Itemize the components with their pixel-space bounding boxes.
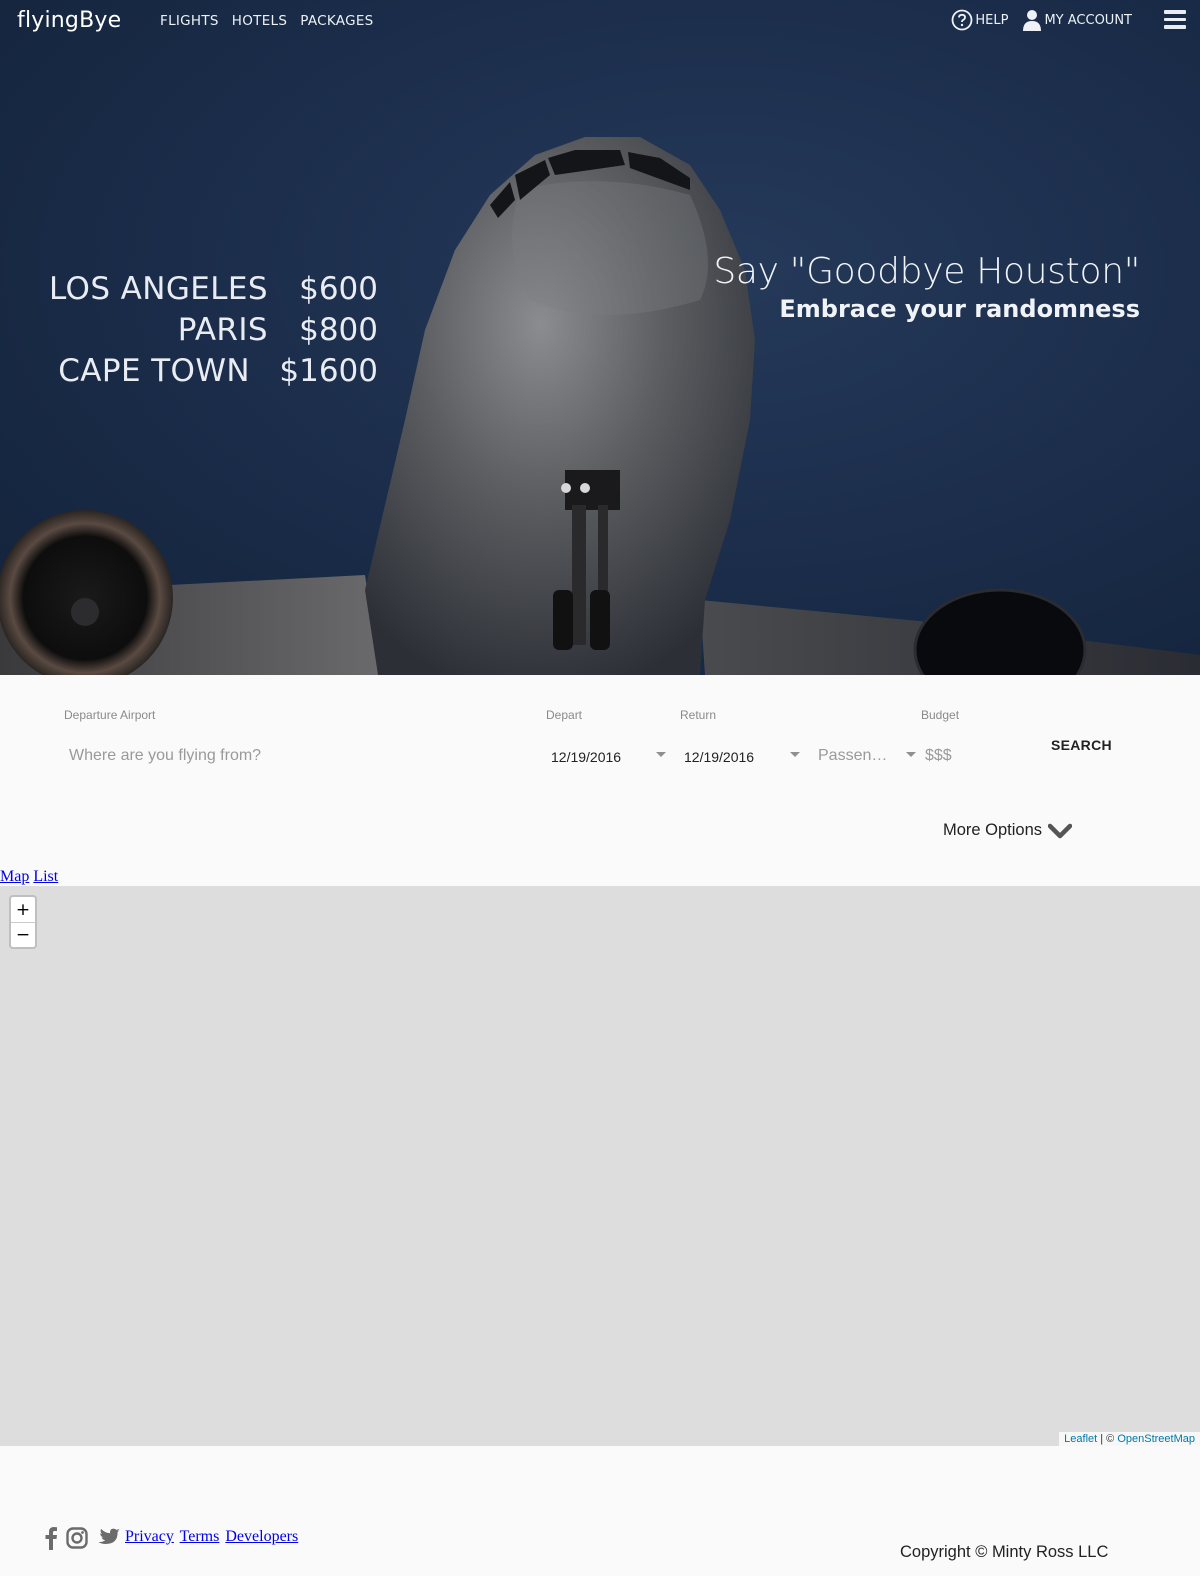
deal-row[interactable]: LOS ANGELES $600	[36, 268, 378, 309]
deal-price: $600	[299, 270, 378, 307]
departure-airport-label: Departure Airport	[64, 708, 156, 722]
facebook-icon[interactable]	[44, 1526, 58, 1550]
more-options-label: More Options	[943, 821, 1043, 839]
user-icon	[1023, 10, 1042, 31]
more-options-toggle[interactable]: More Options	[943, 821, 1073, 840]
hero-banner: flyingBye FLIGHTS HOTELS PACKAGES HELP M…	[0, 0, 1200, 675]
chevron-down-icon[interactable]	[656, 752, 666, 757]
map-attribution: Leaflet | © OpenStreetMap	[1059, 1432, 1200, 1446]
departure-airport-input[interactable]: Where are you flying from?	[69, 747, 261, 765]
deal-city: CAPE TOWN	[58, 352, 250, 389]
nav-hotels[interactable]: HOTELS	[232, 13, 287, 29]
page-footer: Privacy Terms Developers Copyright © Min…	[0, 1446, 1200, 1576]
copyright-text: Copyright © Minty Ross LLC	[900, 1543, 1109, 1561]
openstreetmap-link[interactable]: OpenStreetMap	[1117, 1433, 1195, 1445]
hamburger-icon[interactable]	[1164, 10, 1186, 30]
my-account-label: MY ACCOUNT	[1044, 12, 1132, 28]
social-links	[44, 1526, 120, 1550]
privacy-link[interactable]: Privacy	[125, 1528, 174, 1545]
budget-input[interactable]: $$$	[925, 747, 952, 765]
nav-flights[interactable]: FLIGHTS	[160, 13, 219, 29]
tagline-title: Say "Goodbye Houston"	[713, 251, 1140, 292]
return-date-input[interactable]: 12/19/2016	[684, 749, 754, 765]
passengers-select[interactable]: Passen…	[818, 747, 887, 765]
hero-tagline: Say "Goodbye Houston" Embrace your rando…	[713, 251, 1140, 323]
leaflet-link[interactable]: Leaflet	[1064, 1433, 1097, 1445]
terms-link[interactable]: Terms	[180, 1528, 220, 1545]
zoom-in-button[interactable]: +	[11, 897, 35, 922]
tab-list[interactable]: List	[33, 868, 58, 885]
site-logo[interactable]: flyingBye	[17, 8, 121, 33]
top-navigation: flyingBye FLIGHTS HOTELS PACKAGES HELP M…	[0, 0, 1200, 42]
deal-row[interactable]: CAPE TOWN $1600	[36, 350, 378, 391]
help-link[interactable]: HELP	[951, 9, 1008, 31]
results-map[interactable]: + − Leaflet | © OpenStreetMap	[0, 886, 1200, 1446]
developers-link[interactable]: Developers	[225, 1528, 298, 1545]
depart-label: Depart	[546, 708, 583, 722]
depart-date-input[interactable]: 12/19/2016	[551, 749, 621, 765]
chevron-down-icon[interactable]	[906, 752, 916, 757]
footer-links: Privacy Terms Developers	[125, 1528, 300, 1546]
main-nav: FLIGHTS HOTELS PACKAGES	[160, 13, 374, 29]
help-label: HELP	[975, 12, 1009, 28]
budget-label: Budget	[921, 708, 960, 722]
tagline-subtitle: Embrace your randomness	[779, 295, 1140, 323]
instagram-icon[interactable]	[66, 1527, 88, 1549]
deal-city: LOS ANGELES	[48, 270, 268, 307]
chevron-down-icon	[1048, 823, 1073, 838]
flight-search-form: Departure Airport Where are you flying f…	[0, 675, 1200, 885]
search-button[interactable]: SEARCH	[1051, 737, 1112, 753]
view-tabs: Map List	[0, 868, 58, 886]
deal-price: $1600	[279, 352, 378, 389]
deal-city: PARIS	[177, 311, 268, 348]
tab-map[interactable]: Map	[0, 868, 29, 885]
zoom-control: + −	[9, 895, 37, 949]
account-nav: HELP MY ACCOUNT	[951, 9, 1132, 31]
return-label: Return	[680, 708, 717, 722]
attribution-separator: | ©	[1097, 1433, 1118, 1445]
nav-packages[interactable]: PACKAGES	[300, 13, 373, 29]
deal-price: $800	[299, 311, 378, 348]
chevron-down-icon[interactable]	[790, 752, 800, 757]
zoom-out-button[interactable]: −	[11, 922, 35, 947]
deal-row[interactable]: PARIS $800	[36, 309, 378, 350]
my-account-link[interactable]: MY ACCOUNT	[1022, 9, 1132, 31]
featured-deals: LOS ANGELES $600 PARIS $800 CAPE TOWN $1…	[36, 268, 378, 391]
help-icon	[951, 9, 973, 31]
twitter-icon[interactable]	[96, 1528, 120, 1548]
